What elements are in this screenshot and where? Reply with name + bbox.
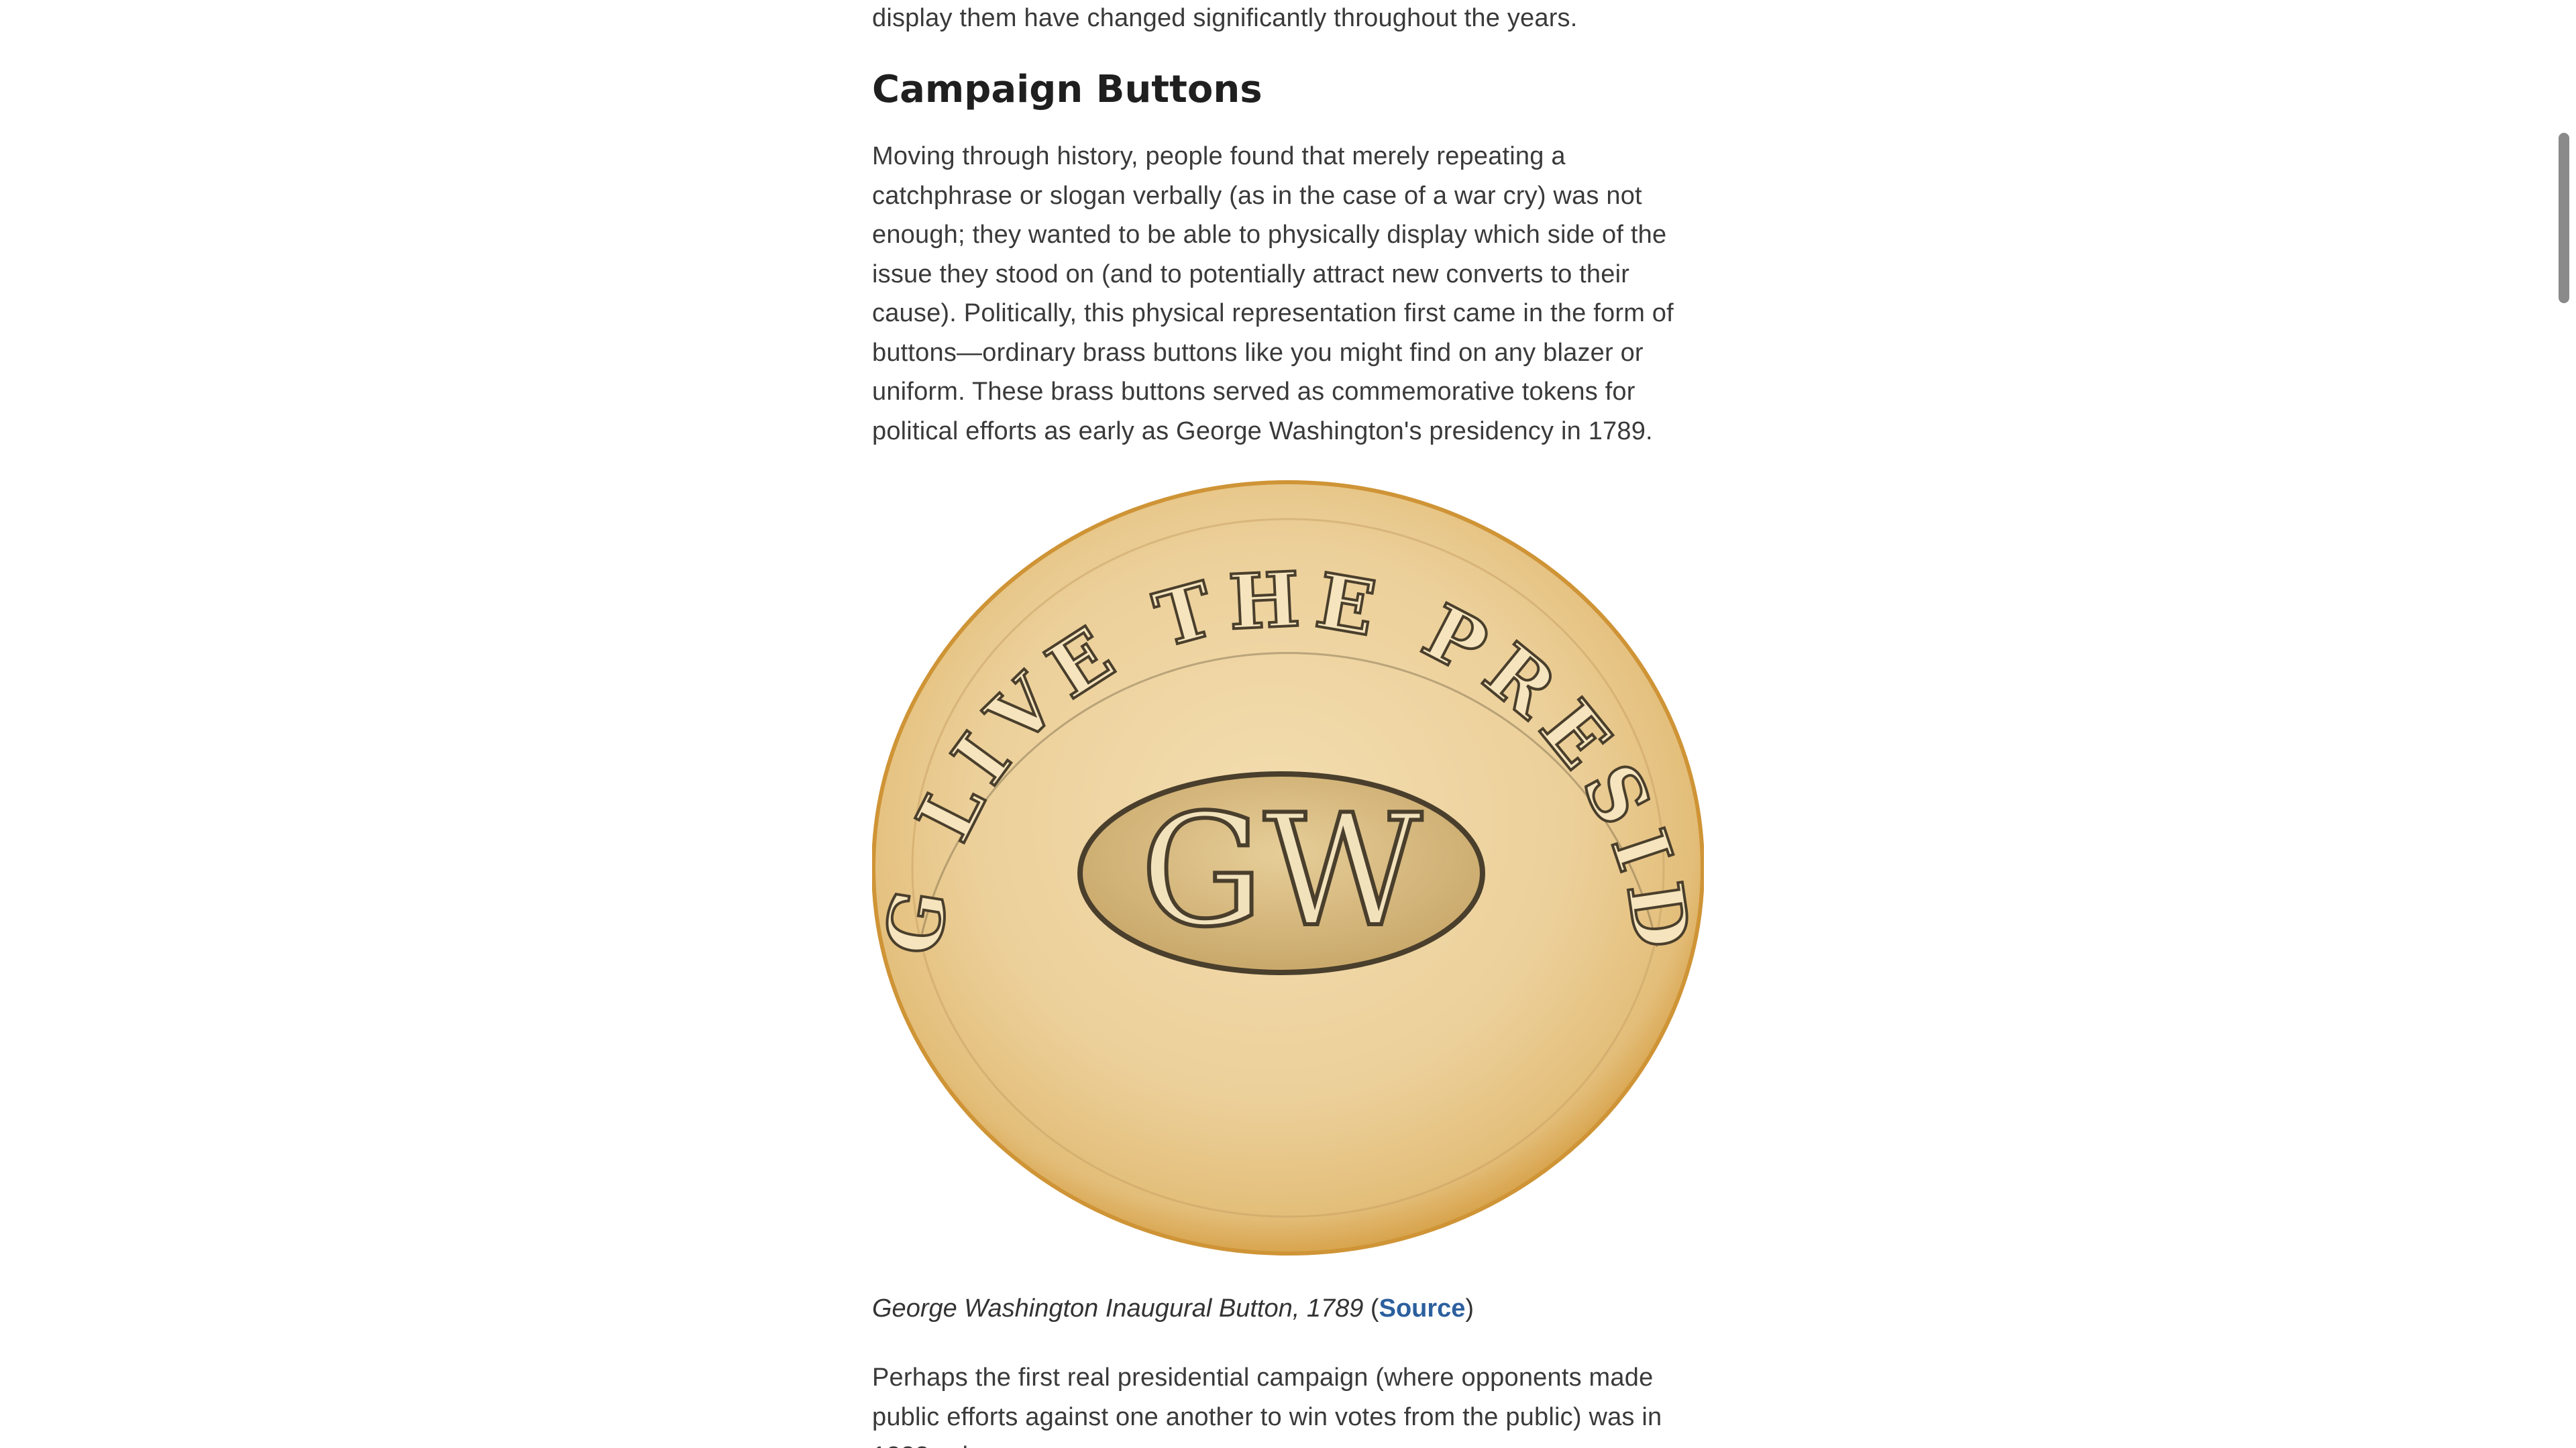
button-figure: LONG LIVE THE PRESIDENT GW [872,478,1704,1256]
button-monogram: GW [1140,782,1422,961]
caption-close-paren: ) [1465,1294,1474,1323]
page-scrollbar[interactable] [2559,0,2569,1448]
caption-text: George Washington Inaugural Button, 1789 [872,1294,1364,1323]
figure-caption: George Washington Inaugural Button, 1789… [872,1291,1474,1326]
caption-open-paren: ( [1363,1294,1379,1323]
body-paragraph-2: Perhaps the first real presidential camp… [872,1363,1662,1448]
section-heading: Campaign Buttons [872,68,1263,111]
source-link[interactable]: Source [1379,1294,1466,1323]
body-paragraph: Moving through history, people found tha… [872,142,1674,445]
intro-paragraph-tail: display them have changed significantly … [872,4,1578,32]
scrollbar-thumb[interactable] [2559,133,2569,303]
washington-button-image: LONG LIVE THE PRESIDENT GW [872,478,1704,1256]
